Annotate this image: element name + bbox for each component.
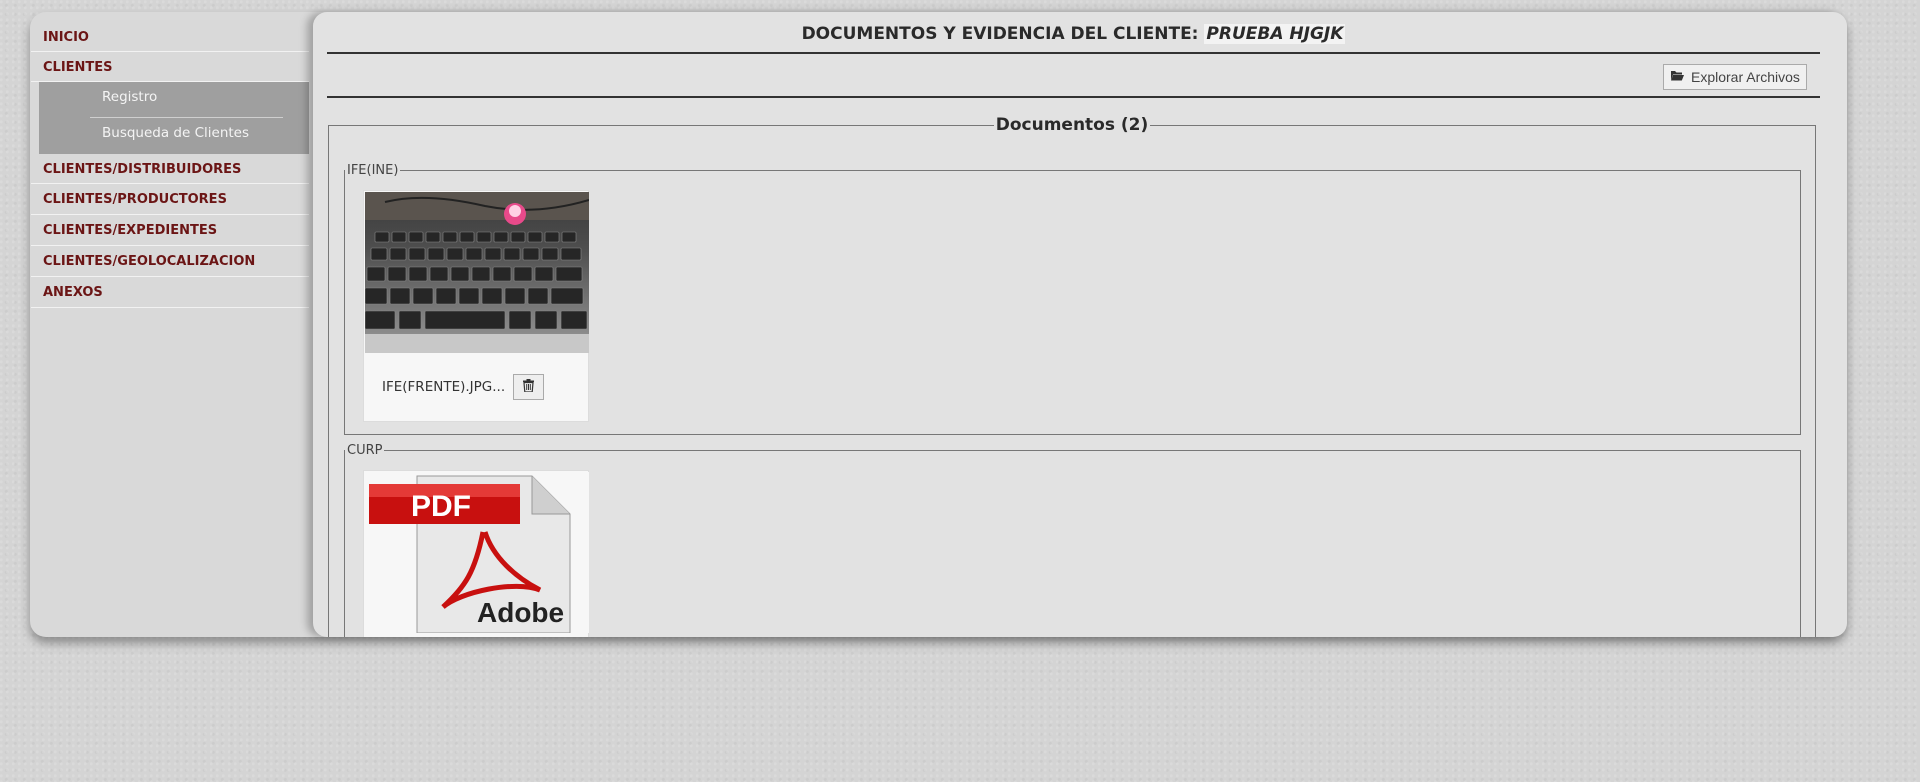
submenu-item-registro[interactable]: Registro bbox=[90, 82, 283, 118]
sidebar: INICIO CLIENTES Registro Busqueda de Cli… bbox=[31, 22, 309, 308]
sidebar-item-clientes-expedientes[interactable]: CLIENTES/EXPEDIENTES bbox=[31, 215, 309, 246]
sidebar-item-clientes-productores[interactable]: CLIENTES/PRODUCTORES bbox=[31, 184, 309, 215]
page-title: DOCUMENTOS Y EVIDENCIA DEL CLIENTE: PRUE… bbox=[327, 24, 1820, 54]
pdf-label: PDF bbox=[411, 490, 471, 523]
keyboard-photo-thumbnail bbox=[365, 192, 589, 353]
group-curp-legend: CURP bbox=[347, 443, 383, 458]
sidebar-item-clientes[interactable]: CLIENTES bbox=[31, 52, 309, 82]
sidebar-item-clientes-geolocalizacion[interactable]: CLIENTES/GEOLOCALIZACION bbox=[31, 246, 309, 277]
submenu-item-busqueda-clientes[interactable]: Busqueda de Clientes bbox=[90, 118, 283, 154]
documents-fieldset: Documentos (2) IFE(INE) IFE(FRENTE).JPG.… bbox=[328, 115, 1816, 637]
document-card[interactable]: PDF Adobe bbox=[363, 470, 589, 637]
sidebar-item-clientes-distribuidores[interactable]: CLIENTES/DISTRIBUIDORES bbox=[31, 154, 309, 184]
adobe-label: Adobe bbox=[477, 597, 564, 628]
explore-files-label: Explorar Archivos bbox=[1691, 69, 1800, 85]
group-ife-ine: IFE(INE) IFE(FRENTE).JPG... bbox=[344, 163, 1801, 435]
delete-document-button[interactable] bbox=[513, 374, 544, 400]
explore-files-button[interactable]: Explorar Archivos bbox=[1663, 64, 1807, 90]
group-curp: CURP PDF Adobe bbox=[344, 443, 1801, 637]
clientes-submenu: Registro Busqueda de Clientes bbox=[39, 82, 309, 154]
group-ife-ine-legend: IFE(INE) bbox=[347, 163, 399, 178]
sidebar-item-anexos[interactable]: ANEXOS bbox=[31, 277, 309, 308]
main-panel: DOCUMENTOS Y EVIDENCIA DEL CLIENTE: PRUE… bbox=[313, 12, 1847, 637]
client-name: PRUEBA HJGJK bbox=[1204, 24, 1346, 44]
folder-open-icon bbox=[1670, 65, 1685, 89]
toolbar-divider bbox=[327, 96, 1820, 98]
trash-icon bbox=[523, 379, 534, 395]
pdf-adobe-icon: PDF Adobe bbox=[365, 472, 589, 633]
page-title-prefix: DOCUMENTOS Y EVIDENCIA DEL CLIENTE: bbox=[801, 24, 1199, 44]
document-filename: IFE(FRENTE).JPG... bbox=[382, 379, 506, 395]
document-card[interactable]: IFE(FRENTE).JPG... bbox=[363, 190, 589, 422]
sidebar-item-inicio[interactable]: INICIO bbox=[31, 22, 309, 52]
documents-legend: Documentos (2) bbox=[995, 115, 1149, 135]
